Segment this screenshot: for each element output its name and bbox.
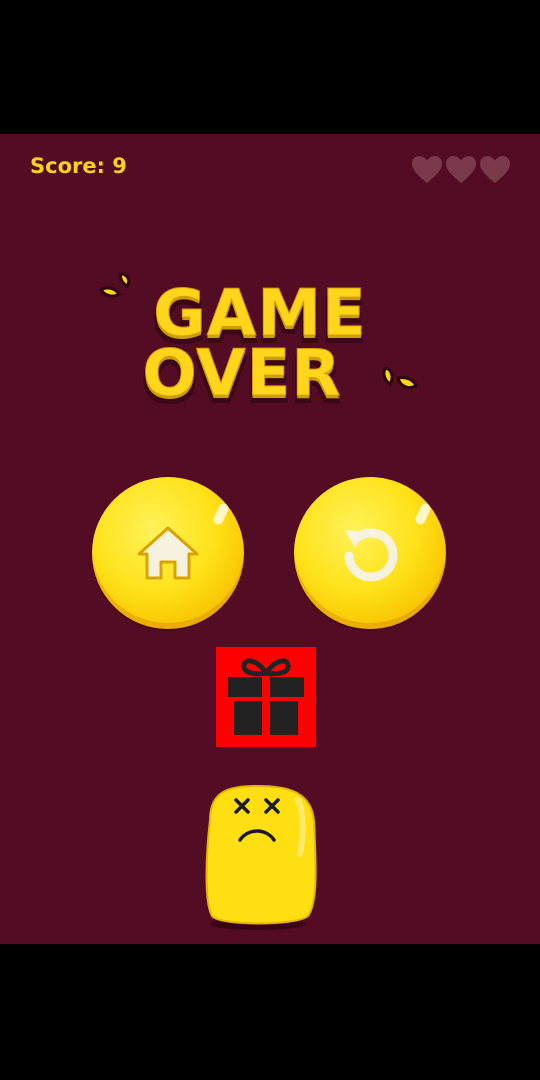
heart-icon [412, 156, 442, 183]
gift-icon [228, 658, 304, 735]
replay-button[interactable] [294, 477, 446, 629]
splash-right-decoration [382, 366, 418, 390]
lives-indicator [412, 156, 510, 184]
home-button[interactable] [92, 477, 244, 629]
title-line-over: OVER [142, 337, 342, 411]
splash-left-decoration [98, 272, 131, 298]
replay-icon [344, 528, 398, 582]
button-gloss [413, 501, 433, 527]
home-icon [137, 526, 199, 580]
sad-character [196, 784, 326, 934]
gift-button[interactable] [216, 647, 316, 747]
button-gloss [211, 501, 231, 527]
game-stage: Score: 9 GAME OVER [0, 134, 540, 944]
game-over-title: GAME OVER [95, 264, 425, 414]
heart-icon [480, 156, 510, 183]
heart-icon [446, 156, 476, 183]
sad-face-character [205, 784, 317, 930]
score-label: Score: 9 [30, 154, 127, 178]
